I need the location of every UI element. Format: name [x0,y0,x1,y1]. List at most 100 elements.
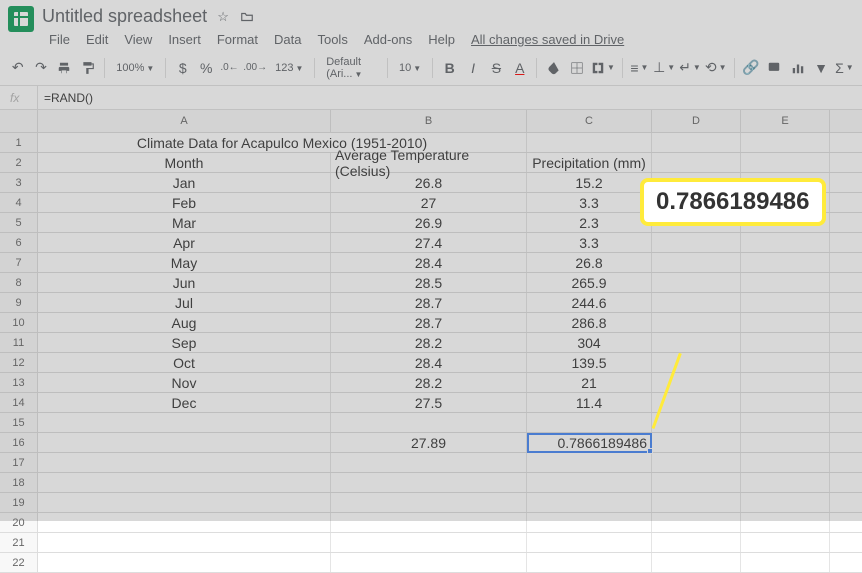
text-color-icon[interactable]: A [510,56,529,80]
rotate-icon[interactable]: ⟲▼ [705,56,727,80]
cell-E18[interactable] [741,473,830,492]
cell-C6[interactable]: 3.3 [527,233,652,252]
functions-icon[interactable]: Σ▼ [835,56,854,80]
cell-A14[interactable]: Dec [38,393,331,412]
more-formats[interactable]: 123▼ [271,62,307,74]
undo-icon[interactable]: ↶ [8,56,27,80]
row-header[interactable]: 13 [0,373,38,392]
cell-B6[interactable]: 27.4 [331,233,527,252]
cell-B20[interactable] [331,513,527,532]
row-header[interactable]: 6 [0,233,38,252]
row-header[interactable]: 3 [0,173,38,192]
cell-D16[interactable] [652,433,741,452]
row-header[interactable]: 21 [0,533,38,552]
cell-D7[interactable] [652,253,741,272]
cell-B13[interactable]: 28.2 [331,373,527,392]
row-header[interactable]: 16 [0,433,38,452]
cell-A3[interactable]: Jan [38,173,331,192]
v-align-icon[interactable]: ⊥▼ [653,56,675,80]
col-header-e[interactable]: E [741,110,830,132]
col-header-b[interactable]: B [331,110,527,132]
cell-C14[interactable]: 11.4 [527,393,652,412]
cell-A18[interactable] [38,473,331,492]
cell-A7[interactable]: May [38,253,331,272]
cell-B8[interactable]: 28.5 [331,273,527,292]
cell-A8[interactable]: Jun [38,273,331,292]
cell-E7[interactable] [741,253,830,272]
cell-A22[interactable] [38,553,331,572]
cell-E19[interactable] [741,493,830,512]
cell-E9[interactable] [741,293,830,312]
cell-D21[interactable] [652,533,741,552]
cell-C22[interactable] [527,553,652,572]
cell-B10[interactable]: 28.7 [331,313,527,332]
cell-C2[interactable]: Precipitation (mm) [527,153,652,172]
borders-icon[interactable] [568,56,587,80]
cell-A4[interactable]: Feb [38,193,331,212]
chart-icon[interactable] [788,56,807,80]
cell-C18[interactable] [527,473,652,492]
menu-tools[interactable]: Tools [310,29,354,50]
cell-D11[interactable] [652,333,741,352]
cell-E17[interactable] [741,453,830,472]
cell-B19[interactable] [331,493,527,512]
cell-E20[interactable] [741,513,830,532]
cell-D17[interactable] [652,453,741,472]
filter-icon[interactable]: ▼ [811,56,830,80]
menu-insert[interactable]: Insert [161,29,208,50]
percent-icon[interactable]: % [196,56,215,80]
cell-C13[interactable]: 21 [527,373,652,392]
cell-C19[interactable] [527,493,652,512]
formula-input[interactable]: =RAND() [38,86,862,109]
col-header-c[interactable]: C [527,110,652,132]
link-icon[interactable]: 🔗 [741,56,760,80]
row-header[interactable]: 20 [0,513,38,532]
comment-icon[interactable] [765,56,784,80]
paint-format-icon[interactable] [78,56,97,80]
cell-B14[interactable]: 27.5 [331,393,527,412]
star-icon[interactable]: ☆ [215,9,231,25]
cell-E13[interactable] [741,373,830,392]
cell-B5[interactable]: 26.9 [331,213,527,232]
cell-C7[interactable]: 26.8 [527,253,652,272]
merge-cells-icon[interactable]: ▼ [591,56,615,80]
cell-B7[interactable]: 28.4 [331,253,527,272]
cell-E6[interactable] [741,233,830,252]
row-header[interactable]: 10 [0,313,38,332]
cell-A15[interactable] [38,413,331,432]
cell-D22[interactable] [652,553,741,572]
cell-D10[interactable] [652,313,741,332]
row-header[interactable]: 2 [0,153,38,172]
cell-E8[interactable] [741,273,830,292]
row-header[interactable]: 22 [0,553,38,572]
cell-E22[interactable] [741,553,830,572]
cell-B21[interactable] [331,533,527,552]
row-header[interactable]: 11 [0,333,38,352]
cell-E15[interactable] [741,413,830,432]
cell-D2[interactable] [652,153,741,172]
cell-A5[interactable]: Mar [38,213,331,232]
cell-E10[interactable] [741,313,830,332]
cell-C3[interactable]: 15.2 [527,173,652,192]
cell-D6[interactable] [652,233,741,252]
fill-color-icon[interactable] [544,56,563,80]
font-size-select[interactable]: 10▼ [395,62,425,74]
cell-B17[interactable] [331,453,527,472]
cell-A21[interactable] [38,533,331,552]
decrease-decimal-icon[interactable]: .0← [220,56,239,80]
cell-B2[interactable]: Average Temperature (Celsius) [331,153,527,172]
row-header[interactable]: 12 [0,353,38,372]
cell-E12[interactable] [741,353,830,372]
cell-A6[interactable]: Apr [38,233,331,252]
cell-C11[interactable]: 304 [527,333,652,352]
cell-E16[interactable] [741,433,830,452]
cell-D18[interactable] [652,473,741,492]
cell-C21[interactable] [527,533,652,552]
wrap-icon[interactable]: ↵▼ [679,56,701,80]
cell-C15[interactable] [527,413,652,432]
strikethrough-icon[interactable]: S [487,56,506,80]
row-header[interactable]: 19 [0,493,38,512]
row-header[interactable]: 1 [0,133,38,152]
cell-D20[interactable] [652,513,741,532]
col-header-a[interactable]: A [38,110,331,132]
